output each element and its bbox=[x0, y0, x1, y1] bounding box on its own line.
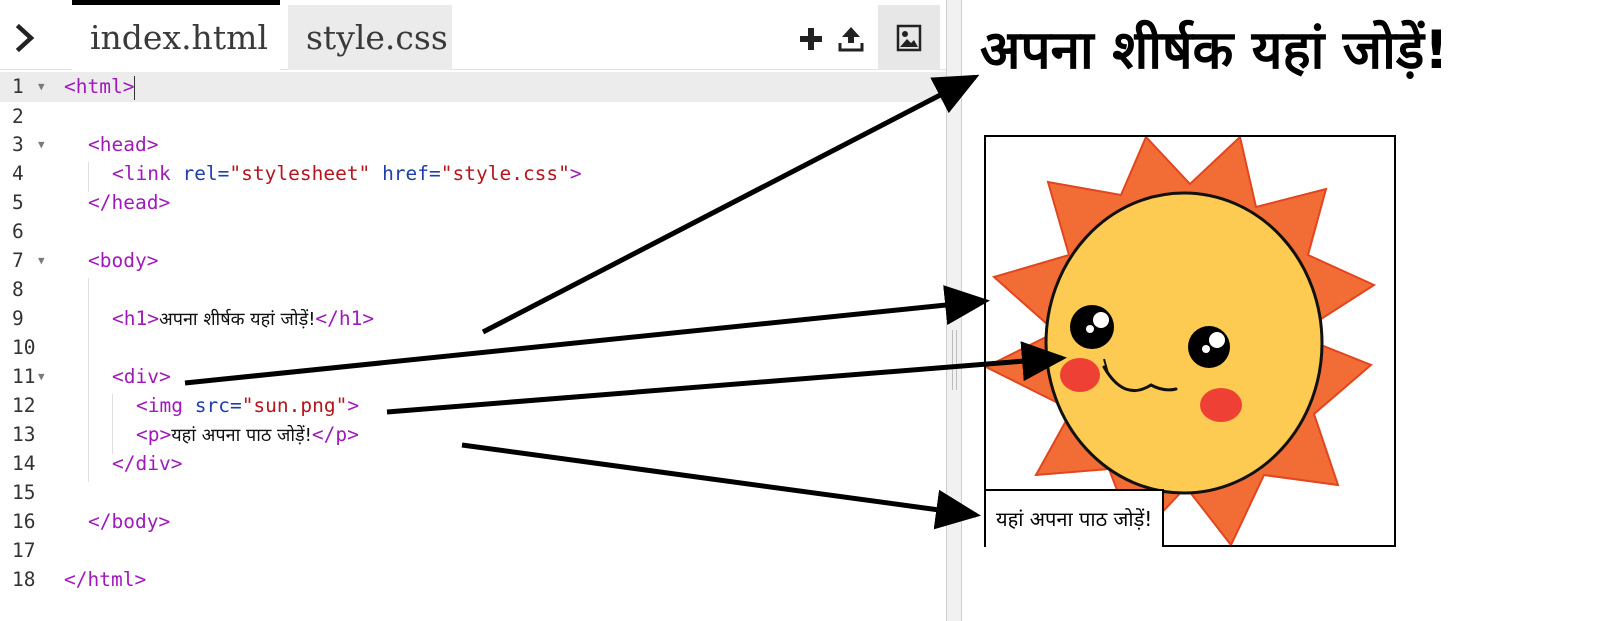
img-tag: <img bbox=[136, 394, 183, 417]
line-number: 6 bbox=[12, 220, 24, 243]
right-cheek bbox=[1200, 388, 1242, 422]
preview-pane: अपना शीर्षक यहां जोड़ें! यहां अपना पाठ ज… bbox=[962, 0, 1620, 621]
href-attribute: href= bbox=[382, 162, 441, 185]
code-area[interactable]: 1 ▼ <html> 2 3 ▼ <head> 4 <link rel="style… bbox=[0, 72, 946, 621]
div-close-tag: </div> bbox=[112, 452, 183, 475]
image-icon[interactable] bbox=[878, 5, 940, 70]
code-line: 13 <p>यहां अपना पाठ जोड़ें!</p> bbox=[0, 420, 946, 450]
code-line: 1 ▼ <html> bbox=[0, 72, 946, 102]
line-number: 4 bbox=[12, 162, 24, 185]
line-number: 15 bbox=[12, 481, 36, 504]
code-line: 17 bbox=[0, 536, 946, 566]
preview-div-box: यहां अपना पाठ जोड़ें! bbox=[984, 135, 1396, 547]
code-line: 4 <link rel="stylesheet" href="style.css… bbox=[0, 159, 946, 189]
p-text: यहां अपना पाठ जोड़ें! bbox=[171, 425, 312, 446]
tab-bar: index.html style.css bbox=[0, 0, 946, 70]
h1-open-tag: <h1> bbox=[112, 307, 159, 330]
link-tag: <link bbox=[112, 162, 171, 185]
preview-paragraph: यहां अपना पाठ जोड़ें! bbox=[986, 489, 1165, 547]
line-number: 13 bbox=[12, 423, 36, 446]
line-number: 16 bbox=[12, 510, 36, 533]
code-line: 2 bbox=[0, 102, 946, 132]
line-number: 18 bbox=[12, 568, 36, 591]
rel-value: "stylesheet" bbox=[229, 162, 371, 185]
code-line: 7 ▼ <body> bbox=[0, 246, 946, 276]
fold-arrow-icon[interactable]: ▼ bbox=[38, 130, 45, 160]
line-number: 3 bbox=[12, 133, 24, 156]
line-number: 8 bbox=[12, 278, 24, 301]
line-number: 2 bbox=[12, 105, 24, 128]
code-line: 6 bbox=[0, 217, 946, 247]
upload-icon[interactable] bbox=[834, 22, 868, 56]
body-close-tag: </body> bbox=[88, 510, 171, 533]
code-line: 8 bbox=[0, 275, 946, 305]
left-cheek bbox=[1060, 358, 1100, 392]
div-open-tag: <div> bbox=[112, 365, 171, 388]
head-close-tag: </head> bbox=[88, 191, 171, 214]
p-open-tag: <p> bbox=[136, 423, 172, 446]
pane-splitter[interactable] bbox=[946, 0, 962, 621]
tab-index-html[interactable]: index.html bbox=[72, 5, 280, 70]
html-open-tag: <html> bbox=[64, 75, 135, 98]
head-open-tag: <head> bbox=[88, 133, 159, 156]
body-open-tag: <body> bbox=[88, 249, 159, 272]
plus-icon[interactable] bbox=[794, 22, 828, 56]
code-line: 18 </html> bbox=[0, 565, 946, 595]
h1-close-tag: </h1> bbox=[315, 307, 375, 330]
p-close-tag: </p> bbox=[311, 423, 359, 446]
tab-style-css[interactable]: style.css bbox=[288, 5, 452, 70]
line-number: 5 bbox=[12, 191, 24, 214]
href-value: "style.css" bbox=[440, 162, 570, 185]
src-value: "sun.png" bbox=[241, 394, 348, 417]
line-number: 10 bbox=[12, 336, 36, 359]
line-number: 17 bbox=[12, 539, 36, 562]
html-close-tag: </html> bbox=[64, 568, 147, 591]
code-line: 14 </div> bbox=[0, 449, 946, 479]
text-caret bbox=[134, 75, 136, 100]
code-line: 15 bbox=[0, 478, 946, 508]
code-line: 16 </body> bbox=[0, 507, 946, 537]
chevron-right-icon[interactable] bbox=[8, 18, 44, 58]
fold-arrow-icon[interactable]: ▼ bbox=[38, 362, 45, 392]
code-line: 5 </head> bbox=[0, 188, 946, 218]
src-attribute: src= bbox=[194, 394, 242, 417]
preview-heading: अपना शीर्षक यहां जोड़ें! bbox=[980, 20, 1449, 81]
line-number: 12 bbox=[12, 394, 36, 417]
splitter-grip[interactable] bbox=[952, 330, 957, 390]
code-line: 11 ▼ <div> bbox=[0, 362, 946, 392]
code-line: 12 <img src="sun.png"> bbox=[0, 391, 946, 421]
fold-arrow-icon[interactable]: ▼ bbox=[38, 246, 45, 276]
tag-close: > bbox=[569, 162, 582, 185]
fold-arrow-icon[interactable]: ▼ bbox=[38, 72, 45, 102]
code-line: 3 ▼ <head> bbox=[0, 130, 946, 160]
line-number: 1 bbox=[12, 75, 24, 98]
line-number: 9 bbox=[12, 307, 24, 330]
sun-image bbox=[986, 137, 1377, 545]
h1-text: अपना शीर्षक यहां जोड़ें! bbox=[158, 309, 316, 330]
code-editor-pane: index.html style.css 1 ▼ <html> 2 3 ▼ <hea… bbox=[0, 0, 946, 621]
code-line: 9 <h1>अपना शीर्षक यहां जोड़ें!</h1> bbox=[0, 304, 946, 334]
rel-attribute: rel= bbox=[182, 162, 230, 185]
line-number: 11 bbox=[12, 365, 36, 388]
code-line: 10 bbox=[0, 333, 946, 363]
line-number: 7 bbox=[12, 249, 24, 272]
tag-close: > bbox=[347, 394, 360, 417]
line-number: 14 bbox=[12, 452, 36, 475]
